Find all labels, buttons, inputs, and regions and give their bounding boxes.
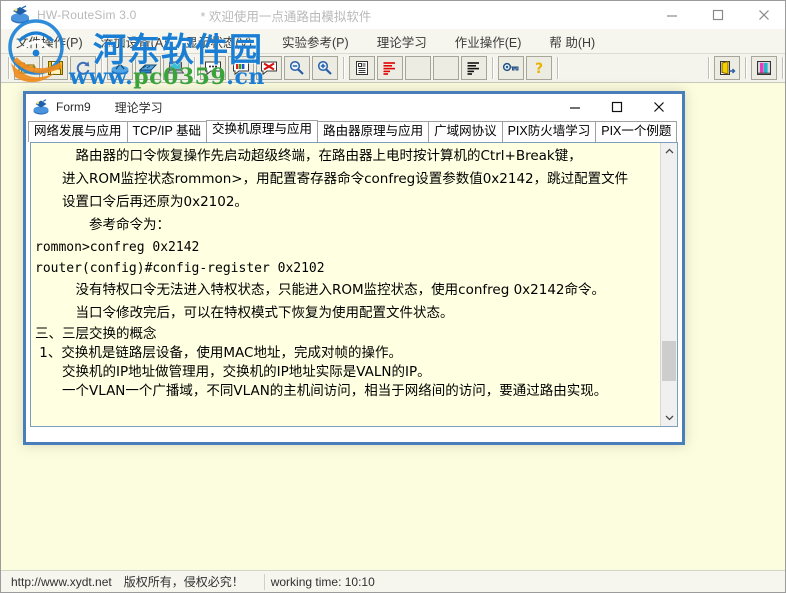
toolbar-color-console[interactable] bbox=[228, 56, 254, 80]
tab-pix-example[interactable]: PIX一个例题 bbox=[595, 121, 678, 142]
form9-name: Form9 bbox=[56, 100, 91, 114]
menu-homework[interactable]: 作业操作(E) bbox=[446, 30, 531, 53]
menu-experiment-reference[interactable]: 实验参考(P) bbox=[273, 30, 358, 53]
theory-text-panel[interactable]: 路由器的口令恢复操作先启动超级终端，在路由器上电时按计算机的Ctrl+Break… bbox=[30, 142, 678, 427]
app-title-note: * 欢迎使用一点通路由模拟软件 bbox=[200, 9, 372, 24]
workspace: Form9 理论学习 网络发展与应用 TCP/IP 基础 交换机原理与应用 路由… bbox=[1, 83, 785, 572]
status-working-time: working time: 10:10 bbox=[263, 573, 381, 590]
menubar: 文件操作(P) 添加设备(A) 显示状态(V) 实验参考(P) 理论学习 作业操… bbox=[1, 29, 785, 53]
tab-wan-protocols[interactable]: 广域网协议 bbox=[428, 121, 503, 142]
form9-titlebar: Form9 理论学习 bbox=[26, 94, 682, 120]
chevron-up-icon[interactable] bbox=[661, 143, 677, 160]
tab-pix-firewall[interactable]: PIX防火墙学习 bbox=[501, 121, 597, 142]
application-window: HW-RouteSim 3.0 * 欢迎使用一点通路由模拟软件 文件操作(P) … bbox=[0, 0, 786, 593]
text-line: 一个VLAN一个广播域，不同VLAN的主机间访问，相当于网络间的访问，要通过路由… bbox=[35, 383, 608, 399]
window-controls bbox=[649, 1, 785, 29]
tab-router-principles[interactable]: 路由器原理与应用 bbox=[317, 121, 430, 142]
chevron-down-icon[interactable] bbox=[661, 409, 677, 426]
toolbar-save[interactable] bbox=[42, 56, 68, 80]
form9-subtitle: 理论学习 bbox=[114, 100, 163, 115]
app-title: HW-RouteSim 3.0 bbox=[37, 8, 137, 22]
toolbar-blank-1[interactable] bbox=[405, 56, 431, 80]
form9-minimize-button[interactable] bbox=[554, 94, 596, 120]
toolbar-refresh[interactable] bbox=[70, 56, 96, 80]
svg-text:?: ? bbox=[535, 61, 543, 76]
form9-close-button[interactable] bbox=[638, 94, 680, 120]
toolbar-blank-2[interactable] bbox=[433, 56, 459, 80]
toolbar-cabinet[interactable] bbox=[751, 56, 777, 80]
statusbar: http://www.xydt.net 版权所有，侵权必究！ working t… bbox=[1, 570, 785, 592]
titlebar: HW-RouteSim 3.0 * 欢迎使用一点通路由模拟软件 bbox=[1, 1, 785, 30]
toolbar-add-pc[interactable] bbox=[163, 56, 189, 80]
form-icon bbox=[32, 98, 50, 116]
text-line: 交换机的IP地址做管理用，交换机的IP地址实际是VALN的IP。 bbox=[35, 364, 431, 380]
toolbar-separator bbox=[745, 57, 746, 79]
toolbar-separator bbox=[8, 57, 9, 79]
maximize-button[interactable] bbox=[695, 1, 741, 29]
text-line: 三、三层交换的概念 bbox=[35, 326, 157, 342]
toolbar-separator bbox=[492, 57, 493, 79]
text-line: 参考命令为： bbox=[35, 217, 170, 233]
toolbar-separator bbox=[708, 57, 709, 79]
menu-show-status[interactable]: 显示状态(V) bbox=[176, 30, 261, 53]
toolbar-console[interactable] bbox=[200, 56, 226, 80]
menu-file[interactable]: 文件操作(P) bbox=[7, 30, 92, 53]
status-copyright: http://www.xydt.net 版权所有，侵权必究！ bbox=[11, 575, 244, 589]
toolbar-separator bbox=[782, 57, 783, 79]
vertical-scrollbar[interactable] bbox=[660, 143, 677, 426]
form9-window: Form9 理论学习 网络发展与应用 TCP/IP 基础 交换机原理与应用 路由… bbox=[23, 91, 685, 445]
tab-network-development[interactable]: 网络发展与应用 bbox=[28, 121, 128, 142]
toolbar-add-router[interactable] bbox=[107, 56, 133, 80]
toolbar: ? bbox=[1, 53, 785, 83]
toolbar-document[interactable] bbox=[349, 56, 375, 80]
form9-maximize-button[interactable] bbox=[596, 94, 638, 120]
toolbar-separator bbox=[343, 57, 344, 79]
toolbar-zoom-out[interactable] bbox=[284, 56, 310, 80]
toolbar-add-switch[interactable] bbox=[135, 56, 161, 80]
form9-window-controls bbox=[554, 94, 680, 120]
text-line: 当口令修改完后，可以在特权模式下恢复为使用配置文件状态。 bbox=[35, 305, 454, 321]
menu-add-device[interactable]: 添加设备(A) bbox=[92, 30, 177, 53]
text-line: rommon>confreg 0x2142 bbox=[35, 240, 200, 255]
text-line: 路由器的口令恢复操作先启动超级终端，在路由器上电时按计算机的Ctrl+Break… bbox=[35, 148, 582, 164]
text-line: 没有特权口令无法进入特权状态，只能进入ROM监控状态，使用confreg 0x2… bbox=[35, 282, 605, 298]
theory-text-content: 路由器的口令恢复操作先启动超级终端，在路由器上电时按计算机的Ctrl+Break… bbox=[31, 143, 660, 426]
toolbar-open[interactable] bbox=[14, 56, 40, 80]
toolbar-zoom-in[interactable] bbox=[312, 56, 338, 80]
toolbar-red-lines[interactable] bbox=[377, 56, 403, 80]
close-button[interactable] bbox=[741, 1, 785, 29]
text-line: 设置口令后再还原为0x2102。 bbox=[35, 194, 248, 210]
router-app-icon bbox=[9, 5, 31, 25]
toolbar-key[interactable] bbox=[498, 56, 524, 80]
tab-switch-principles[interactable]: 交换机原理与应用 bbox=[206, 120, 319, 142]
toolbar-separator bbox=[557, 57, 558, 79]
toolbar-black-lines[interactable] bbox=[461, 56, 487, 80]
minimize-button[interactable] bbox=[649, 1, 695, 29]
toolbar-help[interactable]: ? bbox=[526, 56, 552, 80]
toolbar-separator bbox=[101, 57, 102, 79]
tab-tcpip-basics[interactable]: TCP/IP 基础 bbox=[126, 121, 208, 142]
menu-help[interactable]: 帮 助(H) bbox=[540, 30, 604, 53]
scroll-thumb[interactable] bbox=[662, 341, 676, 381]
tabstrip: 网络发展与应用 TCP/IP 基础 交换机原理与应用 路由器原理与应用 广域网协… bbox=[26, 120, 682, 142]
toolbar-close-console[interactable] bbox=[256, 56, 282, 80]
text-line: 1、交换机是链路层设备，使用MAC地址，完成对帧的操作。 bbox=[35, 345, 402, 361]
toolbar-separator bbox=[194, 57, 195, 79]
toolbar-exit[interactable] bbox=[714, 56, 740, 80]
text-line: 进入ROM监控状态rommon>，用配置寄存器命令confreg设置参数值0x2… bbox=[35, 171, 629, 187]
text-line: router(config)#config-register 0x2102 bbox=[35, 261, 325, 276]
menu-theory-study[interactable]: 理论学习 bbox=[368, 30, 436, 53]
